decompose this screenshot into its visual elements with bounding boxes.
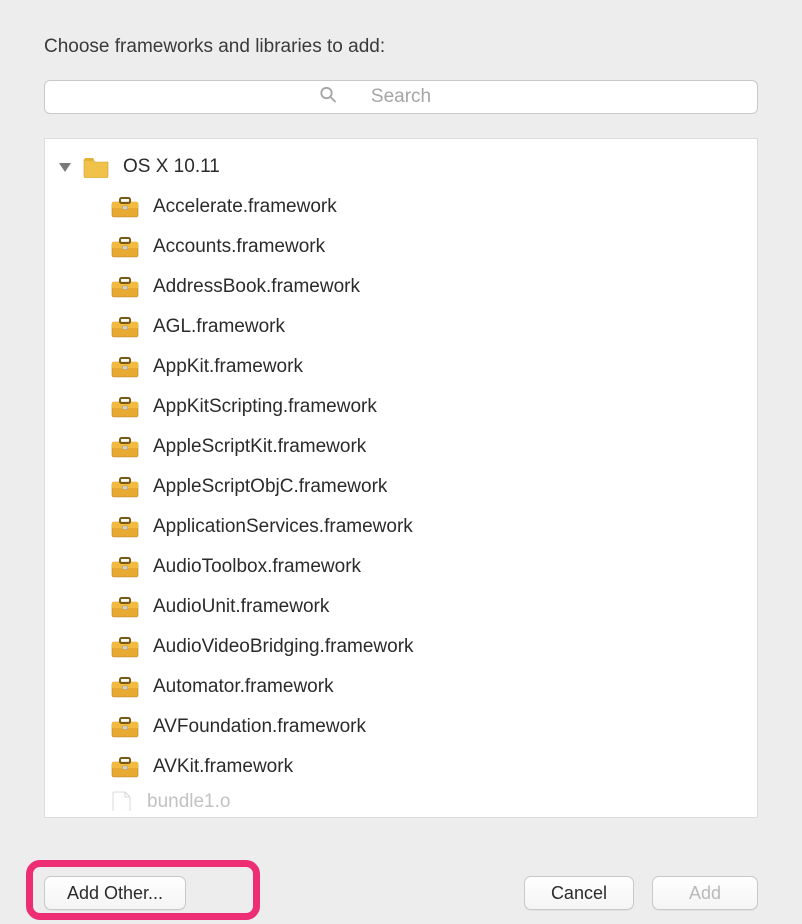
list-item[interactable]: ApplicationServices.framework — [45, 507, 757, 547]
list-item-label: AudioToolbox.framework — [153, 556, 361, 578]
toolbox-icon — [111, 196, 139, 218]
list-item[interactable]: AppKitScripting.framework — [45, 387, 757, 427]
toolbox-icon — [111, 676, 139, 698]
list-item[interactable]: AVKit.framework — [45, 747, 757, 787]
list-item-label: AppleScriptObjC.framework — [153, 476, 387, 498]
list-item[interactable]: AddressBook.framework — [45, 267, 757, 307]
list-item-label: AudioVideoBridging.framework — [153, 636, 414, 658]
toolbox-icon — [111, 556, 139, 578]
list-item[interactable]: AVFoundation.framework — [45, 707, 757, 747]
file-icon — [111, 791, 133, 811]
prompt-label: Choose frameworks and libraries to add: — [44, 36, 758, 58]
list-item[interactable]: Automator.framework — [45, 667, 757, 707]
list-item-label: AVFoundation.framework — [153, 716, 366, 738]
list-item-partial[interactable]: bundle1.o — [45, 787, 757, 811]
toolbox-icon — [111, 236, 139, 258]
list-item-label: AppKit.framework — [153, 356, 303, 378]
folder-icon — [83, 156, 109, 178]
toolbox-icon — [111, 356, 139, 378]
list-item[interactable]: Accelerate.framework — [45, 187, 757, 227]
search-input[interactable] — [44, 80, 758, 114]
list-item-label: Accelerate.framework — [153, 196, 337, 218]
toolbox-icon — [111, 716, 139, 738]
toolbox-icon — [111, 596, 139, 618]
list-item-label: AppleScriptKit.framework — [153, 436, 366, 458]
list-item-label: Accounts.framework — [153, 236, 325, 258]
list-item-label: AudioUnit.framework — [153, 596, 329, 618]
list-item[interactable]: AudioToolbox.framework — [45, 547, 757, 587]
list-item-label: AddressBook.framework — [153, 276, 360, 298]
framework-list[interactable]: OS X 10.11 Accelerate.framework Accounts.… — [44, 138, 758, 818]
list-item[interactable]: AudioVideoBridging.framework — [45, 627, 757, 667]
add-other-button[interactable]: Add Other... — [44, 876, 186, 910]
list-item-label: AVKit.framework — [153, 756, 293, 778]
toolbox-icon — [111, 276, 139, 298]
list-item-label: AppKitScripting.framework — [153, 396, 377, 418]
list-item[interactable]: AppleScriptObjC.framework — [45, 467, 757, 507]
add-button[interactable]: Add — [652, 876, 758, 910]
tree-root[interactable]: OS X 10.11 — [45, 147, 757, 187]
list-item[interactable]: Accounts.framework — [45, 227, 757, 267]
list-item[interactable]: AppleScriptKit.framework — [45, 427, 757, 467]
framework-chooser-sheet: Choose frameworks and libraries to add: … — [0, 0, 802, 818]
search-field-wrap — [44, 80, 758, 114]
toolbox-icon — [111, 476, 139, 498]
cancel-button[interactable]: Cancel — [524, 876, 634, 910]
list-item-label: Automator.framework — [153, 676, 334, 698]
list-item[interactable]: AppKit.framework — [45, 347, 757, 387]
dialog-footer: Add Other... Cancel Add — [0, 876, 802, 910]
tree-root-label: OS X 10.11 — [123, 156, 220, 178]
list-item-label: ApplicationServices.framework — [153, 516, 413, 538]
toolbox-icon — [111, 316, 139, 338]
toolbox-icon — [111, 756, 139, 778]
toolbox-icon — [111, 636, 139, 658]
toolbox-icon — [111, 516, 139, 538]
list-item[interactable]: AGL.framework — [45, 307, 757, 347]
list-item-label: bundle1.o — [147, 791, 230, 811]
toolbox-icon — [111, 436, 139, 458]
toolbox-icon — [111, 396, 139, 418]
list-item-label: AGL.framework — [153, 316, 285, 338]
list-item[interactable]: AudioUnit.framework — [45, 587, 757, 627]
disclosure-triangle-icon[interactable] — [59, 163, 71, 172]
